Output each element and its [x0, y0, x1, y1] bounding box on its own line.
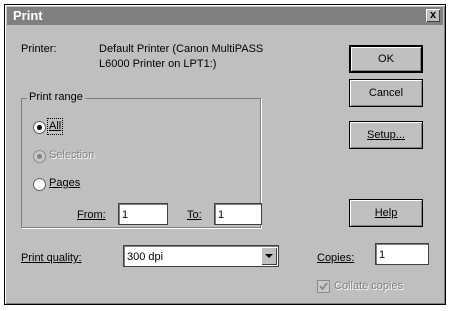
print-quality-value: 300 dpi — [127, 251, 164, 263]
from-label: From: — [77, 209, 106, 221]
to-input[interactable]: 1 — [214, 203, 262, 225]
checkmark-icon — [319, 282, 328, 291]
printer-label: Printer: — [21, 43, 57, 55]
copies-label: Copies: — [317, 252, 355, 264]
radio-all[interactable] — [33, 121, 46, 134]
collate-checkbox — [317, 280, 330, 293]
print-range-legend: Print range — [27, 91, 85, 104]
printer-name-line1: Default Printer (Canon MultiPASS — [99, 43, 264, 55]
copies-input[interactable]: 1 — [375, 243, 429, 265]
print-dialog: Print x Printer: Default Printer (Canon … — [4, 4, 446, 305]
radio-all-label[interactable]: All — [46, 118, 64, 135]
to-label: To: — [187, 209, 202, 221]
radio-selection — [33, 150, 46, 163]
close-icon: x — [429, 9, 437, 21]
collate-label: Collate copies — [334, 280, 404, 292]
print-quality-label: Print quality: — [21, 252, 82, 264]
print-quality-select[interactable]: 300 dpi — [123, 245, 279, 267]
chevron-down-icon — [265, 254, 273, 258]
radio-selection-label: Selection — [49, 149, 95, 161]
setup-button-label: Setup... — [367, 129, 405, 141]
title-bar[interactable]: Print x — [7, 7, 443, 25]
from-input[interactable]: 1 — [118, 203, 168, 225]
help-button[interactable]: Help — [349, 199, 423, 227]
radio-pages[interactable] — [33, 178, 46, 191]
print-quality-dropdown-button[interactable] — [261, 247, 277, 265]
radio-pages-label[interactable]: Pages — [49, 177, 80, 190]
setup-button[interactable]: Setup... — [349, 121, 423, 149]
cancel-button[interactable]: Cancel — [349, 79, 423, 107]
printer-name-line2: L6000 Printer on LPT1:) — [99, 58, 217, 70]
dialog-title: Print — [13, 8, 43, 23]
close-button[interactable]: x — [426, 9, 440, 22]
ok-button[interactable]: OK — [349, 45, 423, 73]
help-button-label: Help — [374, 207, 398, 219]
